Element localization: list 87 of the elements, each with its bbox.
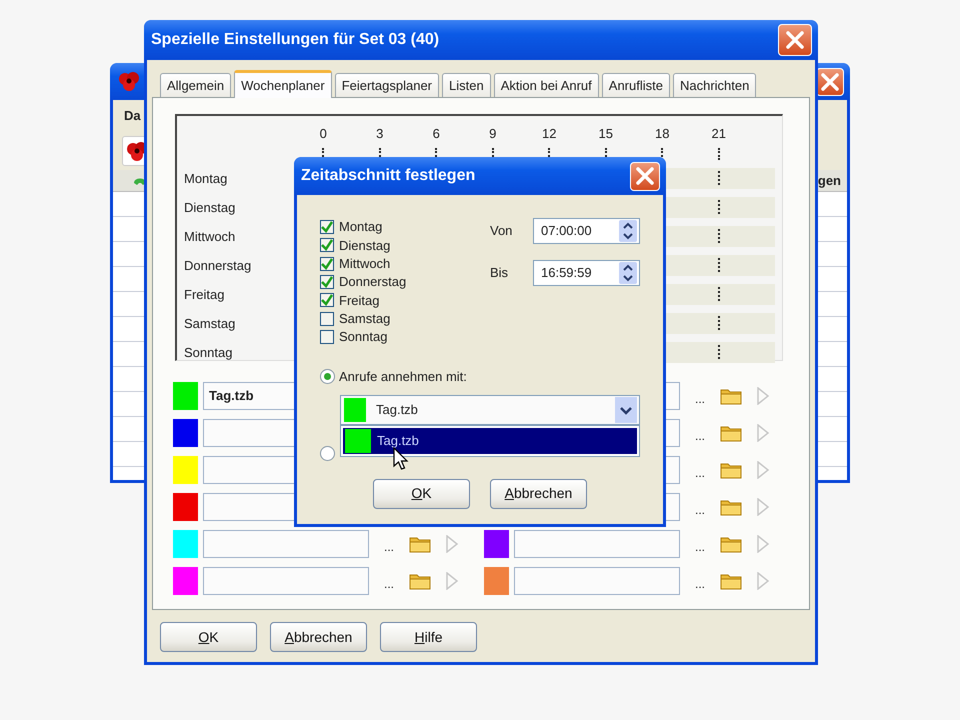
day-label: Sonntag	[183, 344, 234, 362]
dialog-button[interactable]: OK	[160, 622, 257, 652]
day-label: Mittwoch	[183, 228, 236, 246]
color-swatch[interactable]	[173, 382, 198, 410]
hour-label: 15	[598, 125, 613, 143]
radio-button[interactable]	[320, 369, 335, 384]
time-field[interactable]: 16:59:59	[533, 260, 640, 286]
hour-label: 21	[712, 125, 726, 143]
caret-icon[interactable]	[615, 396, 637, 423]
play-icon[interactable]	[756, 460, 770, 478]
browse-link[interactable]: ...	[680, 458, 720, 482]
close-button[interactable]	[778, 24, 812, 56]
column-header-text: gen	[818, 172, 841, 190]
file-field[interactable]	[514, 530, 680, 558]
browse-link[interactable]: ...	[680, 384, 720, 408]
play-icon[interactable]	[756, 424, 770, 442]
file-field[interactable]	[203, 566, 369, 594]
checkbox[interactable]	[320, 330, 334, 344]
dialog-button[interactable]: OK	[373, 478, 470, 509]
hour-label: 12	[542, 125, 556, 143]
dialog-title: Zeitabschnitt festlegen	[301, 166, 476, 186]
color-swatch[interactable]	[173, 492, 198, 520]
hour-label: 0	[320, 125, 327, 143]
checkbox[interactable]	[320, 312, 334, 326]
tab[interactable]: Listen	[442, 73, 491, 97]
spinner-icon[interactable]	[619, 262, 637, 284]
time-field[interactable]: 07:00:00	[533, 218, 640, 244]
close-button[interactable]	[630, 162, 660, 190]
color-swatch[interactable]	[173, 418, 198, 446]
checkbox-label: Mittwoch	[339, 255, 390, 273]
checkbox[interactable]	[320, 293, 334, 308]
radio-button[interactable]	[320, 446, 335, 461]
dropdown-item[interactable]: Tag.tzb	[343, 428, 637, 454]
browse-link[interactable]: ...	[369, 568, 409, 592]
color-swatch[interactable]	[484, 530, 509, 558]
play-icon[interactable]	[756, 386, 770, 404]
checkbox[interactable]	[320, 220, 334, 234]
time-label: Von	[490, 222, 514, 240]
hour-label: 9	[489, 125, 496, 143]
dialog-button[interactable]: Abbrechen	[490, 478, 587, 509]
play-icon[interactable]	[445, 534, 459, 552]
checkbox[interactable]	[320, 275, 334, 290]
file-field[interactable]	[203, 530, 369, 558]
spinner-icon[interactable]	[619, 220, 637, 242]
day-label: Samstag	[183, 314, 236, 333]
checkbox-label: Freitag	[339, 292, 380, 310]
tab[interactable]: Wochenplaner	[234, 70, 332, 98]
play-icon[interactable]	[445, 572, 459, 590]
checkbox-label: Samstag	[339, 310, 390, 328]
checkbox-label: Dienstag	[339, 236, 390, 255]
day-label: Donnerstag	[183, 256, 252, 275]
dialog-button[interactable]: Abbrechen	[270, 622, 367, 652]
color-swatch[interactable]	[173, 456, 198, 484]
close-button[interactable]	[816, 68, 844, 96]
browse-link[interactable]: ...	[369, 532, 409, 556]
tab[interactable]: Allgemein	[160, 73, 232, 97]
checkbox-label: Sonntag	[339, 328, 388, 346]
flower-icon	[117, 70, 141, 94]
checkbox-label: Donnerstag	[339, 273, 406, 292]
file-field[interactable]	[514, 566, 680, 594]
checkbox-label: Montag	[339, 218, 382, 236]
color-swatch[interactable]	[173, 530, 198, 558]
play-icon[interactable]	[756, 534, 770, 552]
hour-label: 18	[655, 125, 670, 143]
day-label: Dienstag	[183, 198, 236, 217]
color-swatch[interactable]	[484, 566, 509, 594]
browse-link[interactable]: ...	[680, 420, 720, 444]
window-title: Spezielle Einstellungen für Set 03 (40)	[151, 30, 440, 50]
tab[interactable]: Aktion bei Anruf	[494, 73, 599, 97]
checkbox[interactable]	[320, 256, 334, 271]
tab[interactable]: Feiertagsplaner	[334, 73, 440, 97]
play-icon[interactable]	[756, 572, 770, 590]
time-label: Bis	[490, 264, 510, 282]
hour-label: 6	[432, 125, 440, 143]
browse-link[interactable]: ...	[680, 532, 720, 556]
play-icon[interactable]	[756, 498, 770, 516]
checkbox[interactable]	[320, 238, 334, 252]
day-label: Freitag	[183, 286, 226, 304]
color-swatch[interactable]	[173, 566, 198, 594]
combo-box[interactable]: Tag.tzb	[340, 394, 640, 425]
tab[interactable]: Nachrichten	[672, 73, 756, 97]
tab[interactable]: Anrufliste	[602, 73, 670, 97]
menu-item[interactable]: Da	[124, 106, 141, 126]
hour-label: 3	[376, 125, 384, 143]
browse-link[interactable]: ...	[680, 494, 720, 518]
browse-link[interactable]: ...	[680, 568, 720, 592]
dialog-button[interactable]: Hilfe	[380, 622, 477, 652]
